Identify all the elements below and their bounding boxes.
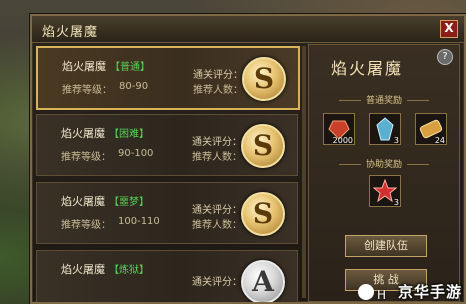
level-label: 推荐等级： [61,220,111,231]
title-bar: 焰火屠魔 X [32,16,464,43]
people-label: 推荐人数： [193,85,243,96]
level-label: 推荐等级： [62,85,112,96]
score-label: 通关评分： [192,137,242,148]
score-label: 通关评分： [193,70,243,81]
level-value: 90-100 [118,148,154,159]
list-scrollbar[interactable] [302,46,306,298]
reward-qty: 24 [434,136,445,145]
reward-qty: 3 [393,198,399,207]
help-button[interactable]: ? [437,49,453,65]
score-label: 通关评分： [192,277,242,288]
difficulty-tag: 【困难】 [109,129,149,140]
dungeon-row-normal[interactable]: 焰火屠魔 【普通】 推荐等级： 80-90 通关评分： 推荐人数： 1-3 S [36,46,300,110]
reward-slot[interactable]: 24 [415,113,447,145]
window-title: 焰火屠魔 [42,25,99,40]
dungeon-row-nightmare[interactable]: 焰火屠魔 【噩梦】 推荐等级： 100-110 通关评分： 推荐人数： 1-3 … [36,182,298,244]
score-label: 通关评分： [192,205,242,216]
difficulty-tag: 【普通】 [110,62,150,73]
level-value: 100-110 [118,216,160,227]
assist-reward-label: 协助奖励 [309,157,459,170]
reward-qty: 3 [393,136,399,145]
reward-slot[interactable]: 2000 [323,113,355,145]
panel-title: 焰火屠魔 [331,59,404,78]
reward-slot[interactable]: 3 [369,113,401,145]
watermark-text: 京华手游 [397,283,462,301]
people-label: 推荐人数： [192,220,242,231]
dungeon-row-hard[interactable]: 焰火屠魔 【困难】 推荐等级： 90-100 通关评分： 推荐人数： 1-3 S [36,114,298,176]
grade-badge: A [241,260,285,302]
dungeon-name: 焰火屠魔 [61,127,105,140]
grade-badge: S [241,124,285,168]
grade-badge: S [241,192,285,236]
close-button[interactable]: X [440,20,458,38]
dungeon-name: 焰火屠魔 [61,263,105,276]
watermark-logo-icon [358,284,374,300]
dungeon-row-purgatory[interactable]: 焰火屠魔 【炼狱】 通关评分： A [36,250,298,302]
difficulty-tag: 【噩梦】 [109,197,149,208]
difficulty-tag: 【炼狱】 [109,265,149,276]
normal-reward-label: 普通奖励 [309,93,459,106]
level-value: 80-90 [119,81,149,92]
dungeon-name: 焰火屠魔 [62,60,106,73]
dungeon-name: 焰火屠魔 [61,195,105,208]
dungeon-list: 焰火屠魔 【普通】 推荐等级： 80-90 通关评分： 推荐人数： 1-3 S … [36,44,300,302]
level-label: 推荐等级： [61,152,111,163]
grade-badge: S [242,57,286,101]
reward-panel: ? 焰火屠魔 普通奖励 2000 3 24 协助奖励 3 创建队伍 挑 战 [308,44,460,302]
dungeon-window: 焰火屠魔 X 焰火屠魔 【普通】 推荐等级： 80-90 通关评分： 推荐人数：… [30,14,466,304]
create-team-button[interactable]: 创建队伍 [345,235,427,257]
reward-qty: 2000 [332,136,353,145]
reward-slot[interactable]: 3 [369,175,401,207]
watermark-h: H [376,288,386,302]
people-label: 推荐人数： [192,152,242,163]
